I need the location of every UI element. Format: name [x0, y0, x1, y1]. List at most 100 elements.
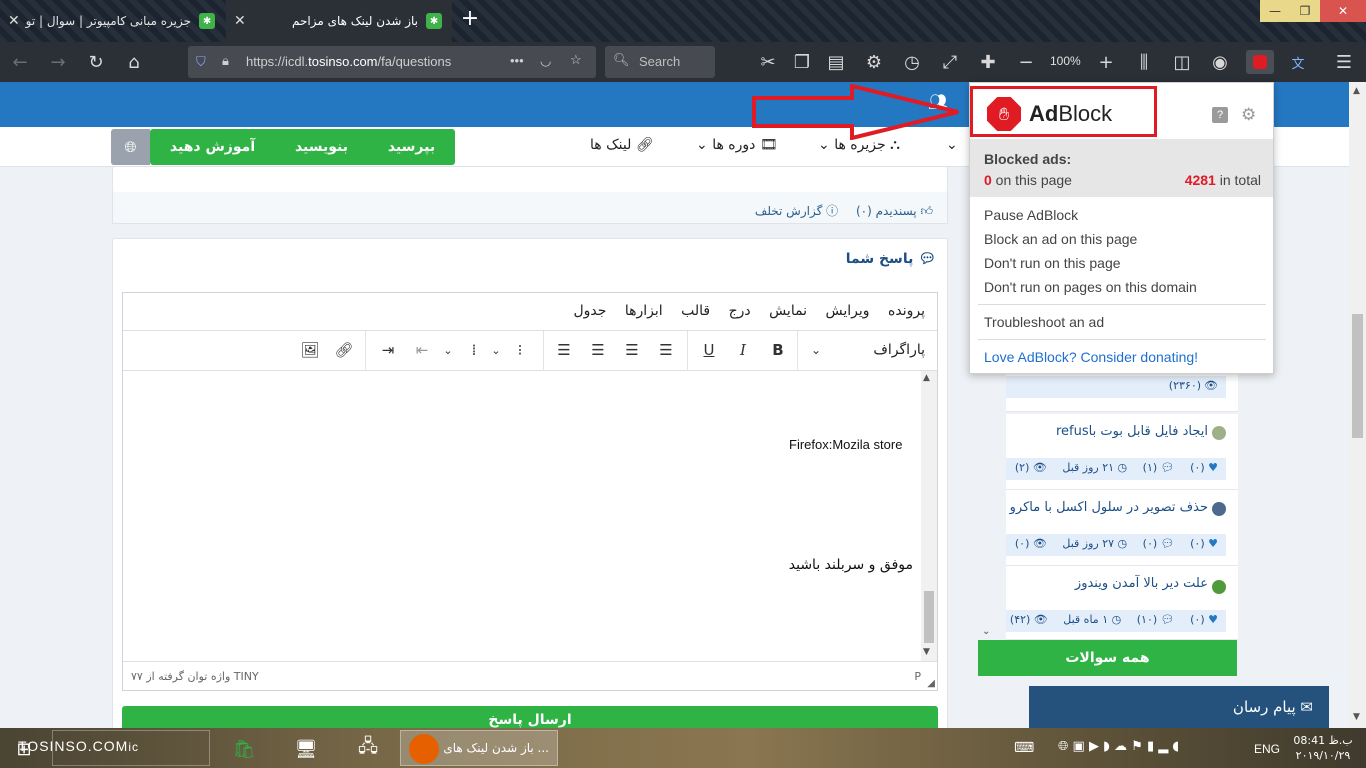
list-item[interactable]: حذف تصویر در سلول اکسل با ماکرو ♥ (۰) 💬︎… — [1006, 490, 1238, 566]
all-questions-button[interactable]: همه سوالات — [978, 640, 1237, 676]
globe-icon[interactable]: 🌐︎ — [111, 129, 150, 165]
gear-icon[interactable]: ⚙ — [1241, 105, 1256, 125]
troubleshoot-item[interactable]: Troubleshoot an ad — [984, 314, 1104, 330]
history-clock-icon[interactable]: ◷ — [900, 50, 924, 74]
system-clock[interactable]: 08:41 ب.ظ ۲۰۱۹/۱۰/۲۹ — [1288, 733, 1358, 763]
menu-edit[interactable]: ویرایش — [826, 303, 870, 319]
store-icon[interactable]: 🛍︎ — [226, 732, 262, 766]
help-icon[interactable]: ? — [1212, 107, 1228, 123]
keyboard-icon[interactable]: ⌨ — [1014, 740, 1034, 756]
translate-icon[interactable]: 文 — [1286, 50, 1310, 74]
block-format-select[interactable]: پاراگراف — [873, 342, 925, 358]
bold-icon[interactable]: B — [767, 339, 789, 361]
scroll-up-icon[interactable]: ▲ — [1353, 86, 1360, 96]
messenger-bar[interactable]: ✉ پیام رسان — [1029, 686, 1329, 730]
account-icon[interactable]: ◉ — [1208, 50, 1232, 74]
list-item[interactable]: ایجاد فایل قابل بوت باrefus ♥ (۰) 💬︎ (۱)… — [1006, 414, 1238, 490]
donate-link[interactable]: Love AdBlock? Consider donating! — [984, 349, 1198, 365]
question-title[interactable]: حذف تصویر در سلول اکسل با ماکرو — [1010, 500, 1208, 515]
language-indicator[interactable]: ENG — [1254, 742, 1280, 756]
forward-icon[interactable]: → — [46, 50, 70, 74]
pause-adblock-item[interactable]: Pause AdBlock — [984, 207, 1078, 223]
chevron-down-icon[interactable]: ⌄ — [805, 339, 827, 361]
menu-file[interactable]: پرونده — [888, 303, 925, 319]
close-tab-icon[interactable]: ✕ — [234, 13, 246, 29]
editor-scrollbar[interactable]: ▲ ▼ — [921, 371, 937, 661]
block-ad-item[interactable]: Block an ad on this page — [984, 231, 1137, 247]
editor-content[interactable]: Firefox:Mozila store موفق و سربلند باشید — [123, 371, 921, 661]
teach-button[interactable]: آموزش دهید — [170, 139, 255, 155]
element-path[interactable]: P — [914, 670, 921, 683]
scroll-down-icon[interactable]: ▼ — [1353, 712, 1360, 722]
underline-icon[interactable]: U — [698, 339, 720, 361]
close-tab-icon[interactable]: ✕ — [8, 13, 20, 29]
reload-icon[interactable]: ↻ — [84, 50, 108, 74]
minimize-button[interactable]: — — [1260, 0, 1290, 22]
report-action[interactable]: ⓘ گزارش تخلف — [755, 204, 838, 218]
puzzle-icon[interactable]: ✚ — [976, 50, 1000, 74]
align-right-icon[interactable]: ☰ — [587, 339, 609, 361]
library-icon[interactable]: ⫼ — [1132, 50, 1156, 74]
indent-icon[interactable]: ⇥ — [377, 339, 399, 361]
fullscreen-icon[interactable]: ⤢ — [938, 50, 962, 74]
menu-insert[interactable]: درج — [729, 303, 751, 319]
question-title[interactable]: علت دیر بالا آمدن ویندوز — [1075, 576, 1208, 591]
resize-handle-icon[interactable]: ◢ — [927, 678, 935, 689]
list-item[interactable]: علت دیر بالا آمدن ویندوز ♥ (۰) 💬︎ (۱۰) ◷… — [1006, 566, 1238, 640]
menu-table[interactable]: جدول — [573, 303, 606, 319]
link-icon[interactable]: 🔗︎ — [333, 339, 355, 361]
nav-links-menu[interactable]: 🔗︎ لینک ها — [590, 137, 654, 153]
align-left-icon[interactable]: ☰ — [655, 339, 677, 361]
sidebar-icon[interactable]: ◫ — [1170, 50, 1194, 74]
submit-answer-button[interactable]: ارسال پاسخ — [122, 706, 938, 730]
align-justify-icon[interactable]: ☰ — [553, 339, 575, 361]
dont-run-page-item[interactable]: Don't run on this page — [984, 255, 1121, 271]
control-panel-icon[interactable]: 🖥︎ — [288, 732, 324, 766]
search-box[interactable]: 🔍︎ Search — [605, 46, 715, 78]
page-actions-icon[interactable]: ••• — [510, 53, 524, 68]
page-scrollbar[interactable]: ▲ ▼ — [1349, 82, 1366, 728]
like-action[interactable]: 👍︎ پسندیدم (۰) — [856, 204, 933, 218]
scroll-up-icon[interactable]: ▲ — [923, 373, 930, 383]
dont-run-domain-item[interactable]: Don't run on pages on this domain — [984, 279, 1197, 295]
gear-icon[interactable]: ⚙ — [862, 50, 886, 74]
hamburger-menu-icon[interactable]: ☰ — [1332, 50, 1356, 74]
write-button[interactable]: بنویسید — [295, 139, 348, 155]
maximize-button[interactable]: ❐ — [1290, 0, 1320, 22]
tracking-shield-icon[interactable]: ⛉ — [196, 54, 206, 70]
editor-scroll-thumb[interactable] — [924, 591, 934, 643]
bullet-list-icon[interactable]: ⁝ — [509, 339, 531, 361]
home-icon[interactable]: ⌂ — [122, 50, 146, 74]
page-scroll-thumb[interactable] — [1352, 314, 1363, 438]
question-title[interactable]: ایجاد فایل قابل بوت باrefus — [1056, 424, 1208, 439]
new-tab-button[interactable]: + — [458, 8, 482, 32]
taskbar-app-firefox[interactable]: ... باز شدن لینک های — [400, 730, 558, 766]
chevron-down-icon[interactable]: ⌄ — [485, 339, 507, 361]
numbered-list-icon[interactable]: ⁞ — [463, 339, 485, 361]
chevron-down-icon[interactable]: ⌄ — [982, 626, 990, 637]
chevron-down-icon[interactable]: ⌄ — [437, 339, 459, 361]
taskbar-app-explorer[interactable] — [52, 730, 210, 766]
close-window-button[interactable]: ✕ — [1320, 0, 1366, 22]
lock-icon[interactable]: 🔒︎ — [222, 53, 229, 69]
tab-icdl-island[interactable]: ✕ ✱ جزیره مبانی کامپیوتر | سوال | تو — [0, 0, 225, 42]
image-icon[interactable]: 🖼︎ — [299, 339, 321, 361]
menu-format[interactable]: قالب — [681, 303, 710, 319]
ask-button[interactable]: بپرسید — [388, 139, 435, 155]
menu-view[interactable]: نمایش — [769, 303, 807, 319]
adblock-toolbar-icon[interactable] — [1246, 50, 1274, 74]
zoom-out-icon[interactable]: − — [1014, 50, 1038, 74]
pocket-icon[interactable]: ◡ — [540, 53, 551, 69]
url-bar[interactable]: ⛉ 🔒︎ https://icdl.tosinso.com/fa/questio… — [188, 46, 596, 78]
tray-icons[interactable]: 🌐︎ ▣ ▶ ◗ ☁ ⚑ ▮ ▂ ◖ — [1058, 739, 1179, 754]
zoom-level[interactable]: 100% — [1050, 54, 1081, 68]
menu-tools[interactable]: ابزارها — [625, 303, 663, 319]
scissors-icon[interactable]: ✂ — [756, 50, 780, 74]
scroll-down-icon[interactable]: ▼ — [923, 647, 930, 657]
copy-icon[interactable]: ❐ — [790, 50, 814, 74]
italic-icon[interactable]: I — [732, 339, 754, 361]
back-icon[interactable]: ← — [8, 50, 32, 74]
tab-current-question[interactable]: ✕ ✱ باز شدن لینک های مزاحم — [226, 0, 452, 42]
outdent-icon[interactable]: ⇤ — [411, 339, 433, 361]
bookmark-star-icon[interactable]: ☆ — [570, 52, 582, 68]
